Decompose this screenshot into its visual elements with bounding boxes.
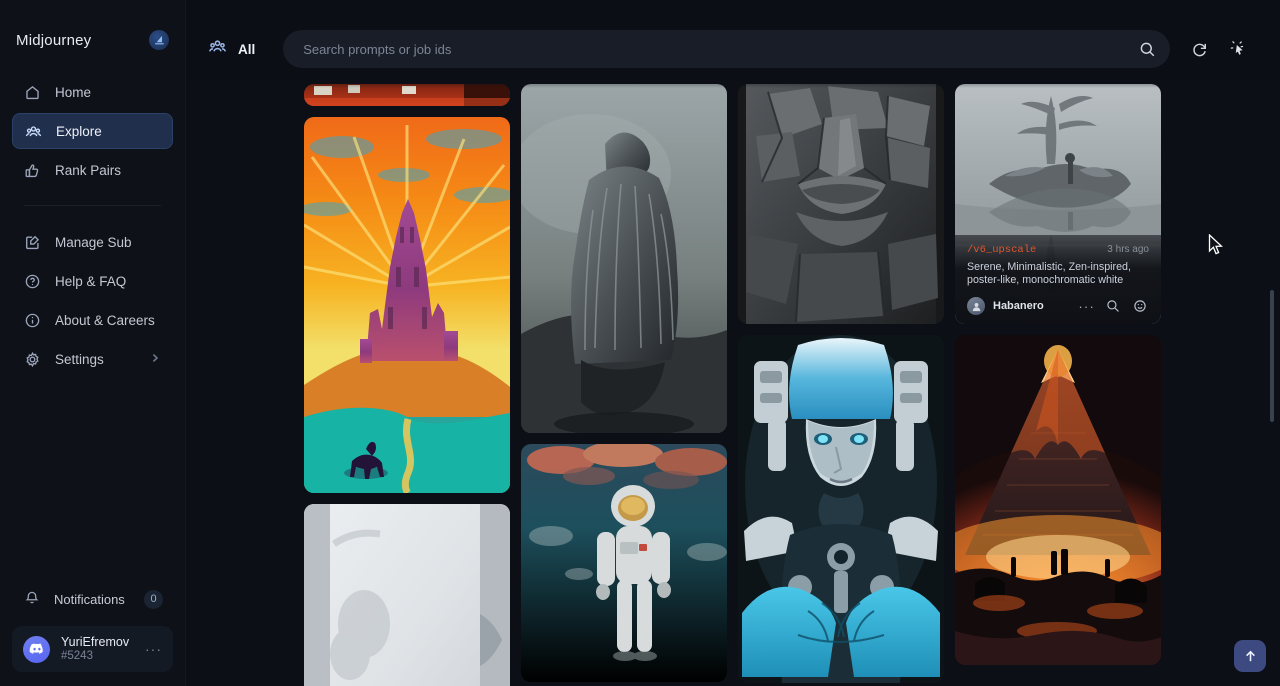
filter-all-label: All bbox=[238, 42, 255, 57]
user-names: YuriEfremov #5243 bbox=[61, 635, 129, 663]
user-name: YuriEfremov bbox=[61, 635, 129, 650]
job-prompt-text: Serene, Minimalistic, Zen-inspired, post… bbox=[967, 261, 1149, 288]
notifications-label: Notifications bbox=[54, 592, 125, 607]
main-content: /v6_upscale 3 hrs ago Serene, Minimalist… bbox=[186, 0, 1280, 686]
sidebar-item-settings[interactable]: Settings bbox=[12, 341, 173, 377]
overlay-footer: Habanero ··· bbox=[967, 297, 1149, 315]
job-timestamp: 3 hrs ago bbox=[1107, 244, 1149, 255]
filter-all-button[interactable]: All bbox=[208, 37, 259, 61]
explore-people-icon bbox=[208, 37, 227, 61]
sidebar-item-manage-sub[interactable]: Manage Sub bbox=[12, 224, 173, 260]
search-icon[interactable] bbox=[1130, 32, 1164, 66]
secondary-nav: Manage Sub Help & FAQ About & Careers Se… bbox=[0, 218, 185, 380]
android-art bbox=[738, 335, 944, 683]
app-title: Midjourney bbox=[16, 32, 91, 49]
notifications-count-badge: 0 bbox=[144, 590, 163, 609]
card-zen-floating-island[interactable]: /v6_upscale 3 hrs ago Serene, Minimalist… bbox=[955, 84, 1161, 324]
sidebar-divider bbox=[24, 205, 161, 206]
sail-badge-icon[interactable] bbox=[149, 30, 169, 50]
discord-icon bbox=[23, 636, 50, 663]
scroll-to-top-button[interactable] bbox=[1234, 640, 1266, 672]
primary-nav: Home Explore Rank Pairs bbox=[0, 68, 185, 191]
stone-face-art bbox=[738, 84, 944, 324]
question-circle-icon bbox=[24, 273, 41, 290]
sidebar-item-home[interactable]: Home bbox=[12, 74, 173, 110]
vertical-scrollbar[interactable] bbox=[1270, 290, 1274, 422]
cloaked-figure-art bbox=[521, 84, 727, 433]
chevron-right-icon bbox=[149, 352, 161, 367]
sidebar: Midjourney Home Explore bbox=[0, 0, 186, 686]
ellipsis-icon[interactable]: ··· bbox=[145, 641, 162, 657]
search-input[interactable] bbox=[303, 42, 1130, 57]
notifications-row[interactable]: Notifications 0 bbox=[24, 582, 163, 616]
card-desert-castle-sunset[interactable] bbox=[304, 117, 510, 493]
explore-people-icon bbox=[25, 123, 42, 140]
card-overlay: /v6_upscale 3 hrs ago Serene, Minimalist… bbox=[955, 235, 1161, 324]
sidebar-item-about-careers[interactable]: About & Careers bbox=[12, 302, 173, 338]
sidebar-item-label: Settings bbox=[55, 352, 104, 367]
overlay-header: /v6_upscale 3 hrs ago bbox=[967, 244, 1149, 256]
sidebar-spacer bbox=[0, 380, 185, 582]
card-cyan-android-woman[interactable] bbox=[738, 335, 944, 683]
home-icon bbox=[24, 84, 41, 101]
gallery-column: /v6_upscale 3 hrs ago Serene, Minimalist… bbox=[955, 84, 1161, 665]
card-stone-face-relief[interactable] bbox=[738, 84, 944, 324]
gallery-column bbox=[738, 84, 944, 683]
sidebar-item-label: Rank Pairs bbox=[55, 163, 121, 178]
top-bar: All bbox=[186, 0, 1280, 88]
edit-square-icon bbox=[24, 234, 41, 251]
search-bar[interactable] bbox=[283, 30, 1170, 68]
gallery-column bbox=[304, 84, 510, 686]
overlay-actions: ··· bbox=[1078, 297, 1149, 315]
search-icon[interactable] bbox=[1104, 297, 1122, 315]
info-circle-icon bbox=[24, 312, 41, 329]
sidebar-item-label: Manage Sub bbox=[55, 235, 132, 250]
midjourney-explore-page: Midjourney Home Explore bbox=[0, 0, 1280, 686]
sidebar-item-rank-pairs[interactable]: Rank Pairs bbox=[12, 152, 173, 188]
thumbs-up-icon bbox=[24, 162, 41, 179]
author-name: Habanero bbox=[993, 300, 1044, 312]
sidebar-item-label: Explore bbox=[56, 124, 102, 139]
top-bar-inner: All bbox=[208, 30, 1256, 68]
card-cloaked-figure-fog[interactable] bbox=[521, 84, 727, 433]
desert-castle-art bbox=[304, 117, 510, 493]
gallery-column bbox=[521, 84, 727, 682]
smiley-icon[interactable] bbox=[1131, 297, 1149, 315]
refresh-icon[interactable] bbox=[1182, 32, 1216, 66]
sparkle-cursor-icon[interactable] bbox=[1222, 32, 1256, 66]
brand-row: Midjourney bbox=[0, 12, 185, 68]
marble-face-art bbox=[304, 504, 510, 686]
card-burning-pyramid[interactable] bbox=[955, 335, 1161, 665]
card-underwater-astronaut[interactable] bbox=[521, 444, 727, 682]
bell-icon bbox=[24, 590, 40, 609]
author-avatar bbox=[967, 297, 985, 315]
sidebar-item-help-faq[interactable]: Help & FAQ bbox=[12, 263, 173, 299]
card-marble-face-sculpture[interactable] bbox=[304, 504, 510, 686]
job-command-label: /v6_upscale bbox=[967, 244, 1036, 256]
pyramid-art bbox=[955, 335, 1161, 665]
sidebar-item-label: About & Careers bbox=[55, 313, 155, 328]
astronaut-art bbox=[521, 444, 727, 682]
more-icon[interactable]: ··· bbox=[1078, 299, 1095, 314]
gear-icon bbox=[24, 351, 41, 368]
image-gallery: /v6_upscale 3 hrs ago Serene, Minimalist… bbox=[186, 0, 1280, 686]
sidebar-item-label: Home bbox=[55, 85, 91, 100]
user-card[interactable]: YuriEfremov #5243 ··· bbox=[12, 626, 173, 672]
sidebar-item-label: Help & FAQ bbox=[55, 274, 126, 289]
user-tag: #5243 bbox=[61, 650, 129, 664]
sidebar-item-explore[interactable]: Explore bbox=[12, 113, 173, 149]
